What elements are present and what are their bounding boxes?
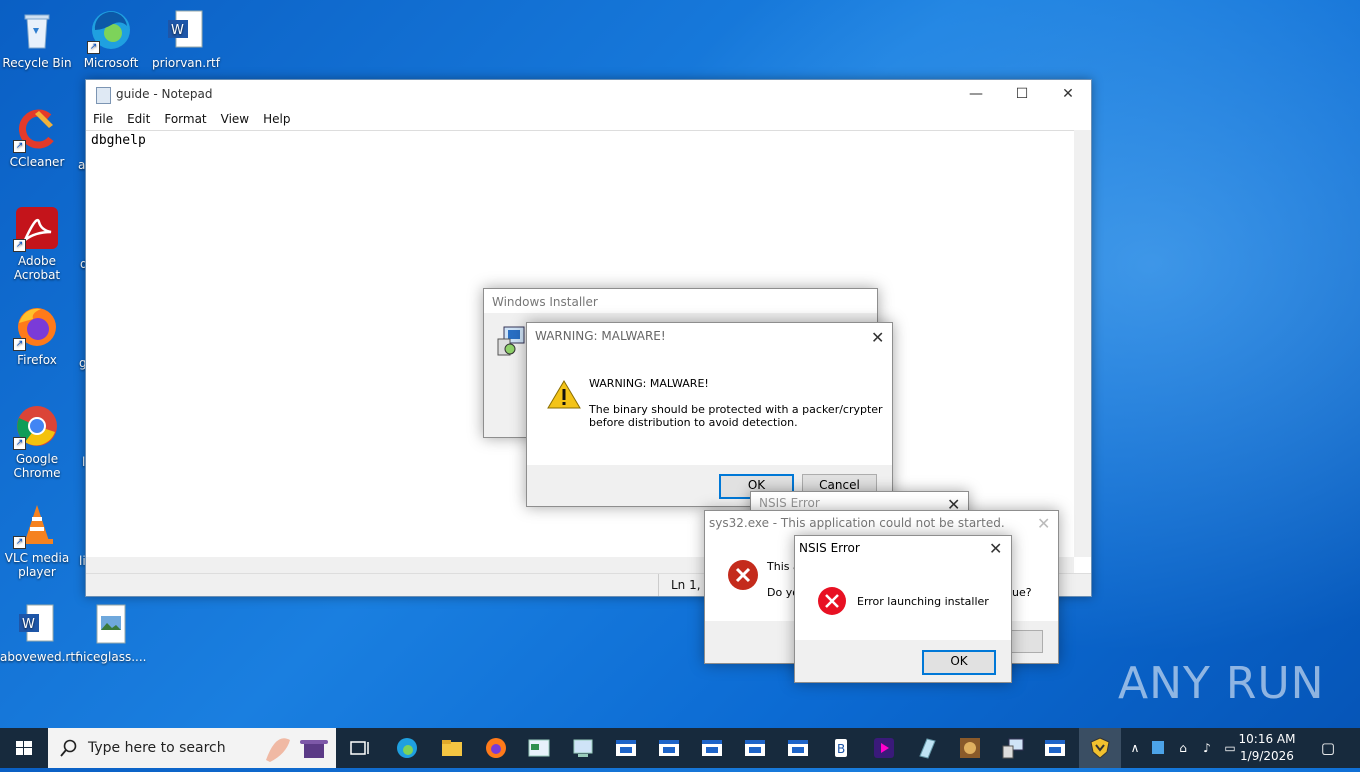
- window-taskbar-icon[interactable]: [786, 736, 810, 760]
- taskbar: Type here to search B ∧ ⌂ ♪ ▭ 10:16 AM 1…: [0, 728, 1360, 768]
- desktop-icon-firefox[interactable]: ↗ Firefox: [0, 305, 74, 367]
- vlc-cone-icon: ↗: [13, 503, 59, 549]
- notification-icon[interactable]: ▢: [1316, 728, 1340, 768]
- sys32-message-line2-tail: ue?: [1012, 586, 1032, 599]
- close-icon[interactable]: ✕: [989, 539, 1002, 558]
- window-taskbar-icon[interactable]: [700, 736, 724, 760]
- ok-button[interactable]: OK: [922, 650, 996, 675]
- clock-date: 1/9/2026: [1240, 749, 1294, 763]
- menu-format[interactable]: Format: [157, 110, 213, 126]
- notepad-taskbar-icon[interactable]: [915, 736, 939, 760]
- media-app-icon[interactable]: [872, 736, 896, 760]
- minimize-button[interactable]: —: [953, 80, 999, 110]
- installer-taskbar-icon[interactable]: [571, 736, 595, 760]
- malware-body-line2: before distribution to avoid detection.: [589, 416, 798, 429]
- error-icon: [727, 559, 759, 595]
- maximize-button[interactable]: ☐: [999, 80, 1045, 110]
- anyrun-watermark: ANY RUN: [1118, 658, 1325, 709]
- shortcut-arrow-icon: ↗: [13, 536, 26, 549]
- error-icon: [817, 586, 847, 620]
- shortcut-arrow-icon: ↗: [13, 338, 26, 351]
- volume-icon[interactable]: ♪: [1198, 728, 1216, 768]
- menu-view[interactable]: View: [214, 110, 256, 126]
- edge-taskbar-icon[interactable]: [395, 736, 419, 760]
- recycle-bin-icon: [15, 8, 59, 52]
- installer-computer-icon: [496, 325, 526, 357]
- file-explorer-icon[interactable]: [440, 736, 464, 760]
- notepad-title: guide - Notepad: [116, 87, 213, 101]
- windows-installer-title: Windows Installer: [492, 295, 598, 309]
- installer-taskbar-icon[interactable]: [1001, 736, 1025, 760]
- clock[interactable]: 10:16 AM 1/9/2026: [1232, 731, 1302, 765]
- firefox-taskbar-icon[interactable]: [484, 736, 508, 760]
- nsis-dialog-footer: OK: [795, 640, 1011, 682]
- desktop-icon-vlc[interactable]: ↗ VLC media player: [0, 503, 74, 579]
- notepad-menu-bar: File Edit Format View Help: [86, 110, 1091, 130]
- desktop-icon-priorvan-rtf[interactable]: W priorvan.rtf: [149, 8, 223, 70]
- close-button[interactable]: ✕: [1045, 80, 1091, 110]
- notepad-icon: [96, 87, 111, 104]
- malware-body-line1: The binary should be protected with a pa…: [589, 403, 883, 416]
- desktop-icon-abovewed-rtf[interactable]: W abovewed.rtf: [0, 602, 79, 664]
- menu-edit[interactable]: Edit: [120, 110, 157, 126]
- desktop-icon-adobe-acrobat[interactable]: ↗ Adobe Acrobat: [0, 206, 74, 282]
- nsis-dialog-title: NSIS Error: [799, 541, 860, 555]
- bitcoin-app-icon[interactable]: B: [829, 736, 853, 760]
- start-button[interactable]: [0, 728, 48, 768]
- meet-icon[interactable]: ⌂: [1174, 728, 1192, 768]
- close-icon[interactable]: ✕: [1037, 514, 1050, 533]
- edge-icon: ↗: [87, 8, 133, 54]
- window-taskbar-icon[interactable]: [614, 736, 638, 760]
- vertical-scrollbar[interactable]: [1074, 130, 1091, 557]
- active-taskbar-item[interactable]: [1079, 728, 1121, 768]
- nsis-message: Error launching installer: [857, 595, 989, 608]
- game-app-icon[interactable]: [958, 736, 982, 760]
- window-taskbar-icon[interactable]: [1043, 736, 1067, 760]
- chrome-icon: ↗: [13, 404, 59, 450]
- background-nsis-title: NSIS Error: [759, 496, 820, 510]
- task-view-icon[interactable]: [348, 736, 372, 760]
- search-highlight-image-icon: [266, 738, 328, 762]
- menu-file[interactable]: File: [86, 110, 120, 126]
- window-taskbar-icon[interactable]: [743, 736, 767, 760]
- firefox-icon: ↗: [13, 305, 59, 351]
- shield-icon: [1090, 737, 1110, 759]
- windows-logo-icon: [16, 741, 32, 755]
- ccleaner-icon: ↗: [13, 107, 59, 153]
- shortcut-arrow-icon: ↗: [87, 41, 100, 54]
- notepad-title-bar[interactable]: guide - Notepad — ☐ ✕: [86, 80, 1091, 110]
- shortcut-arrow-icon: ↗: [13, 140, 26, 153]
- search-placeholder: Type here to search: [88, 740, 226, 756]
- app-window-icon[interactable]: [527, 736, 551, 760]
- shortcut-arrow-icon: ↗: [13, 437, 26, 450]
- word-document-icon: W: [15, 602, 59, 646]
- menu-help[interactable]: Help: [256, 110, 297, 126]
- chevron-up-icon[interactable]: ∧: [1127, 728, 1143, 768]
- desktop-icon-niceglass[interactable]: niceglass....: [74, 602, 148, 664]
- image-file-icon: [89, 602, 133, 646]
- warning-icon: [547, 379, 581, 413]
- search-icon: [60, 739, 77, 757]
- word-document-icon: W: [164, 8, 208, 52]
- close-icon[interactable]: ✕: [871, 328, 884, 347]
- malware-heading: WARNING: MALWARE!: [589, 377, 709, 390]
- window-taskbar-icon[interactable]: [657, 736, 681, 760]
- shortcut-arrow-icon: ↗: [13, 239, 26, 252]
- desktop-icon-ccleaner[interactable]: ↗ CCleaner: [0, 107, 74, 169]
- svg-text:W: W: [22, 617, 35, 632]
- desktop-icon-microsoft-edge[interactable]: ↗ Microsoft Edge: [74, 8, 148, 70]
- acrobat-icon: ↗: [13, 206, 59, 252]
- notepad-content: dbghelp: [91, 133, 146, 148]
- desktop-icon-google-chrome[interactable]: ↗ Google Chrome: [0, 404, 74, 480]
- svg-text:B: B: [837, 742, 845, 756]
- sys32-dialog-title: sys32.exe - This application could not b…: [709, 516, 1005, 530]
- network-app-icon[interactable]: [1152, 741, 1164, 754]
- malware-dialog-title: WARNING: MALWARE!: [535, 329, 666, 343]
- clock-time: 10:16 AM: [1238, 732, 1296, 746]
- desktop-icon-recycle-bin[interactable]: Recycle Bin: [0, 8, 74, 70]
- malware-warning-dialog[interactable]: WARNING: MALWARE! ✕ WARNING: MALWARE! Th…: [526, 322, 893, 507]
- search-box[interactable]: Type here to search: [48, 728, 336, 768]
- svg-text:W: W: [171, 23, 184, 38]
- nsis-error-dialog[interactable]: NSIS Error ✕ Error launching installer O…: [794, 535, 1012, 683]
